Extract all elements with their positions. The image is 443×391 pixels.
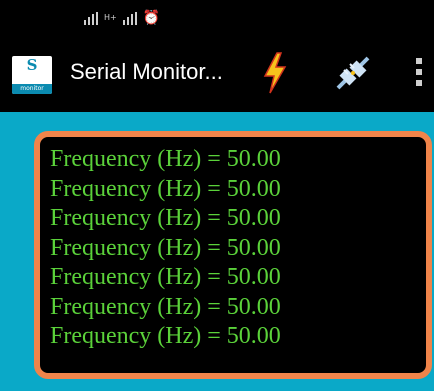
alarm-clock-icon: ⏰ [142,10,161,26]
output-line: Frequency (Hz) = 50.00 [50,323,281,349]
output-line: Frequency (Hz) = 50.00 [50,234,281,261]
plug-disconnected-icon[interactable] [334,54,372,92]
output-line: Frequency (Hz) = 50.00 [50,205,281,231]
status-bar: H+ ⏰ [0,0,434,36]
signal-bars-icon [84,11,98,25]
output-line: Frequency (Hz) = 50.00 [50,264,281,290]
output-line: Frequency (Hz) = 50.00 [50,175,281,202]
app-icon-letter: S [26,56,38,74]
overflow-menu-icon[interactable] [415,58,423,90]
toolbar: S monitor Serial Monitor... [0,36,434,112]
network-type-label: H+ [104,13,117,22]
output-line: Frequency (Hz) = 50.00 [50,146,281,172]
lightning-bolt-icon[interactable] [262,52,288,94]
output-line: Frequency (Hz) = 50.00 [50,293,281,320]
signal-bars-icon [122,11,137,25]
serial-output-panel: Frequency (Hz) = 50.00 Frequency (Hz) = … [34,131,432,379]
app-screen: H+ ⏰ S monitor Serial Monitor... Frequen… [0,0,434,391]
app-icon: S monitor [12,56,52,94]
app-icon-caption: monitor [20,85,44,92]
app-title: Serial Monitor... [70,59,223,84]
